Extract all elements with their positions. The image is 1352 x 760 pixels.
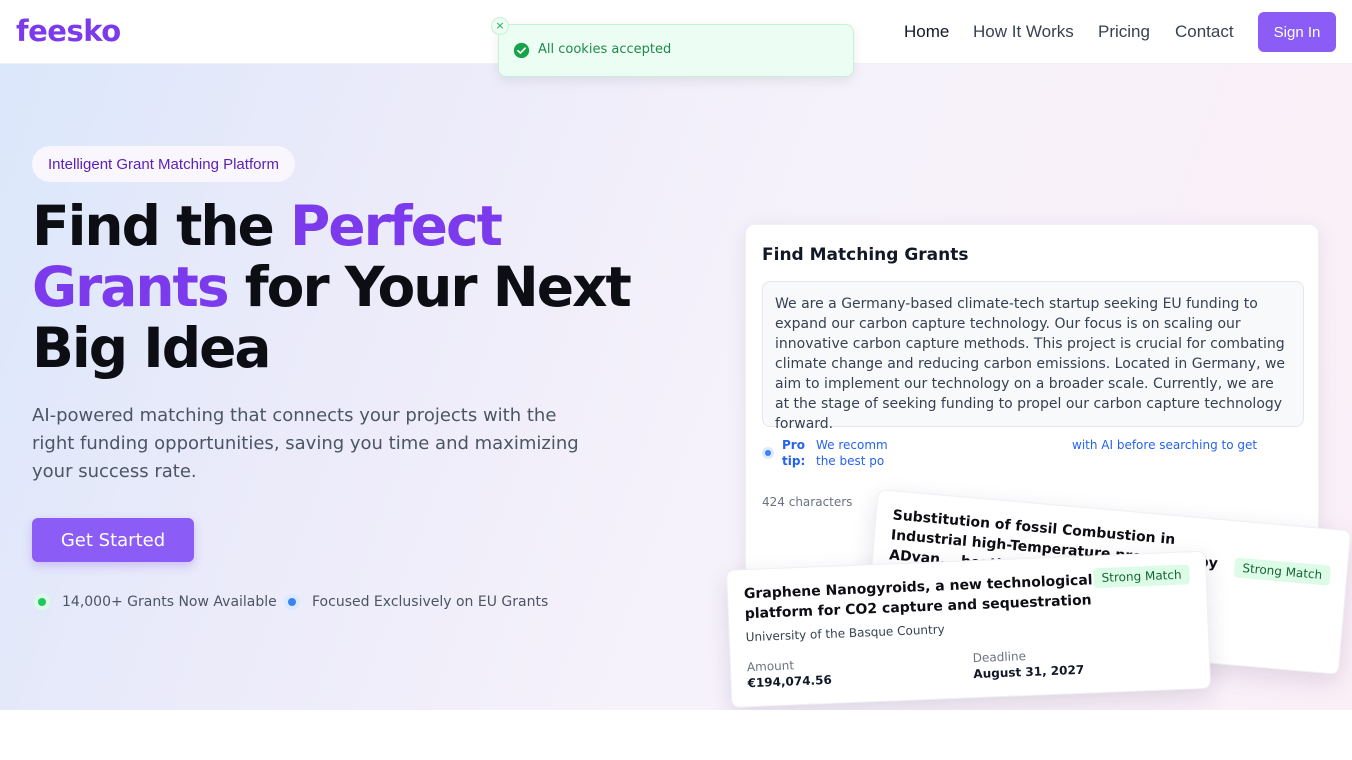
grant-card[interactable]: Graphene Nanogyroids, a new technologica… (726, 550, 1212, 708)
amount-label: Amount (746, 658, 795, 675)
page-below-fold (0, 710, 1352, 760)
cookie-toast: × All cookies accepted (491, 17, 854, 77)
logo[interactable]: feesko (16, 14, 121, 48)
nav-home[interactable]: Home (904, 22, 949, 42)
hero-section: Intelligent Grant Matching Platform Find… (0, 64, 1352, 710)
stat-text: Focused Exclusively on EU Grants (312, 594, 549, 610)
hero-title-line-3: Big Idea (32, 316, 272, 380)
grant-deadline: August 31, 2027 (973, 662, 1085, 682)
match-badge: Strong Match (1233, 557, 1332, 586)
match-badge: Strong Match (1093, 564, 1190, 589)
pro-tip-text-part: We recomm (816, 438, 888, 452)
green-dot-icon (34, 594, 50, 610)
info-dot-icon (762, 447, 774, 459)
get-started-button[interactable]: Get Started (32, 518, 194, 562)
character-count: 424 characters (762, 495, 853, 509)
check-circle-icon (513, 42, 530, 59)
nav-pricing[interactable]: Pricing (1098, 22, 1150, 42)
blue-dot-icon (284, 594, 300, 610)
hero-title-accent: Perfect (290, 194, 503, 258)
hero-title-plain: Find the (32, 194, 290, 258)
hero-title-plain: for Your Next (227, 255, 632, 319)
platform-pill: Intelligent Grant Matching Platform (32, 146, 295, 182)
stat-text: 14,000+ Grants Now Available (62, 594, 277, 610)
project-description-input[interactable]: We are a Germany-based climate-tech star… (762, 281, 1304, 432)
nav-contact[interactable]: Contact (1175, 22, 1234, 42)
nav-how-it-works[interactable]: How It Works (973, 22, 1074, 42)
toast-close-icon[interactable]: × (491, 17, 509, 35)
pro-tip-text-part: the best po (816, 454, 885, 468)
toast-message: All cookies accepted (538, 42, 672, 57)
pro-tip-text: We recomm with AI before searching to ge… (816, 437, 1296, 469)
sign-in-button[interactable]: Sign In (1258, 12, 1336, 52)
pro-tip-text-part: with AI before searching to get (1072, 438, 1258, 452)
grant-title: Graphene Nanogyroids, a new technologica… (743, 572, 1093, 623)
hero-title-accent: Grants (32, 255, 230, 319)
stat-eu-focus: Focused Exclusively on EU Grants (284, 594, 548, 610)
stat-grants-available: 14,000+ Grants Now Available (34, 594, 277, 610)
hero-title-line-2: Grants for Your Next (32, 255, 632, 319)
grant-amount: €194,074.56 (747, 672, 833, 691)
hero-subtitle: AI-powered matching that connects your p… (32, 405, 579, 482)
pro-tip-label: Pro tip: (782, 438, 806, 468)
deadline-label: Deadline (972, 649, 1027, 666)
grant-organization: University of the Basque Country (745, 622, 946, 645)
hero-title-line-1: Find the Perfect (32, 194, 503, 258)
card-title: Find Matching Grants (762, 245, 969, 265)
